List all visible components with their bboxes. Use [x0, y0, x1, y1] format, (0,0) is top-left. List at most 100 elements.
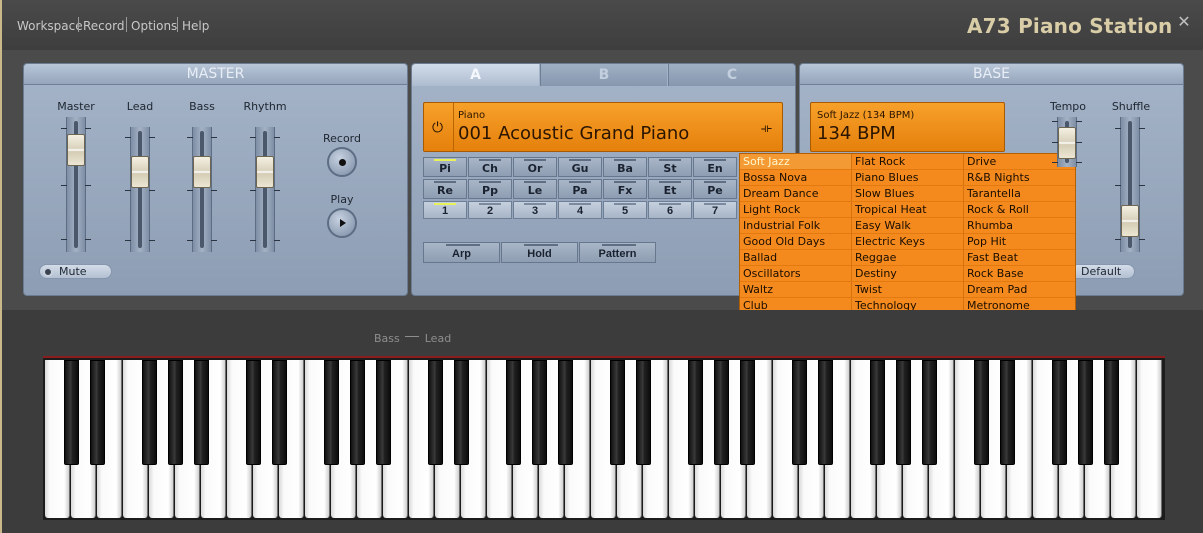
black-key[interactable]	[428, 360, 443, 465]
style-option[interactable]: Soft Jazz	[740, 154, 852, 170]
style-option[interactable]: Good Old Days	[740, 234, 852, 250]
black-key[interactable]	[636, 360, 651, 465]
style-option[interactable]: Dream Pad	[964, 282, 1075, 298]
black-key[interactable]	[506, 360, 521, 465]
black-key[interactable]	[194, 360, 209, 465]
style-option[interactable]: Pop Hit	[964, 234, 1075, 250]
black-key[interactable]	[922, 360, 937, 465]
style-option[interactable]: Tropical Heat	[852, 202, 964, 218]
menu-record[interactable]: Record	[83, 19, 124, 33]
black-key[interactable]	[90, 360, 105, 465]
style-option[interactable]: Tarantella	[964, 186, 1075, 202]
style-option[interactable]: Reggae	[852, 250, 964, 266]
category-button-pe[interactable]: Pe	[693, 179, 737, 199]
black-key[interactable]	[558, 360, 573, 465]
preset-button-5[interactable]: 5	[603, 201, 647, 219]
black-key[interactable]	[714, 360, 729, 465]
category-button-st[interactable]: St	[648, 157, 692, 177]
black-key[interactable]	[272, 360, 287, 465]
menu-help[interactable]: Help	[182, 19, 209, 33]
style-option[interactable]: Ballad	[740, 250, 852, 266]
fader-shuffle-knob[interactable]	[1121, 204, 1139, 237]
black-key[interactable]	[610, 360, 625, 465]
style-option[interactable]: Waltz	[740, 282, 852, 298]
mode-button-hold[interactable]: Hold	[501, 242, 578, 263]
black-key[interactable]	[454, 360, 469, 465]
instrument-display[interactable]: ⏻ Piano 001 Acoustic Grand Piano ⟛	[423, 102, 783, 152]
fader-tempo-knob[interactable]	[1058, 127, 1076, 159]
style-option[interactable]: Light Rock	[740, 202, 852, 218]
tab-b[interactable]: B	[540, 64, 667, 86]
fader-master-knob[interactable]	[67, 134, 85, 167]
black-key[interactable]	[974, 360, 989, 465]
tab-a[interactable]: A	[412, 64, 539, 86]
black-key[interactable]	[1078, 360, 1093, 465]
record-button[interactable]	[327, 147, 357, 177]
black-key[interactable]	[324, 360, 339, 465]
black-key[interactable]	[818, 360, 833, 465]
play-button[interactable]	[327, 208, 357, 238]
style-option[interactable]: Rhumba	[964, 218, 1075, 234]
style-option[interactable]: Twist	[852, 282, 964, 298]
category-button-ba[interactable]: Ba	[603, 157, 647, 177]
black-key[interactable]	[142, 360, 157, 465]
menu-workspace[interactable]: Workspace	[17, 19, 83, 33]
style-option[interactable]: Electric Keys	[852, 234, 964, 250]
category-button-pp[interactable]: Pp	[468, 179, 512, 199]
mode-button-arp[interactable]: Arp	[423, 242, 500, 263]
black-key[interactable]	[376, 360, 391, 465]
category-button-gu[interactable]: Gu	[558, 157, 602, 177]
black-key[interactable]	[350, 360, 365, 465]
black-key[interactable]	[246, 360, 261, 465]
black-key[interactable]	[1000, 360, 1015, 465]
style-option[interactable]: Fast Beat	[964, 250, 1075, 266]
black-key[interactable]	[168, 360, 183, 465]
category-button-pa[interactable]: Pa	[558, 179, 602, 199]
preset-button-2[interactable]: 2	[468, 201, 512, 219]
category-button-le[interactable]: Le	[513, 179, 557, 199]
style-option[interactable]: Rock & Roll	[964, 202, 1075, 218]
power-icon[interactable]: ⏻	[432, 120, 443, 136]
style-option[interactable]: Rock Base	[964, 266, 1075, 282]
black-key[interactable]	[532, 360, 547, 465]
style-display[interactable]: Soft Jazz (134 BPM) 134 BPM	[810, 102, 1005, 152]
style-option[interactable]: Bossa Nova	[740, 170, 852, 186]
white-key[interactable]	[1137, 360, 1162, 518]
black-key[interactable]	[1052, 360, 1067, 465]
category-button-ch[interactable]: Ch	[468, 157, 512, 177]
category-button-fx[interactable]: Fx	[603, 179, 647, 199]
style-option[interactable]: Flat Rock	[852, 154, 964, 170]
style-option[interactable]: Dream Dance	[740, 186, 852, 202]
menu-options[interactable]: Options	[131, 19, 177, 33]
black-key[interactable]	[870, 360, 885, 465]
style-option[interactable]: R&B Nights	[964, 170, 1075, 186]
black-key[interactable]	[740, 360, 755, 465]
fader-bass-knob[interactable]	[193, 156, 211, 189]
black-key[interactable]	[1104, 360, 1119, 465]
style-option[interactable]: Easy Walk	[852, 218, 964, 234]
black-key[interactable]	[896, 360, 911, 465]
black-key[interactable]	[792, 360, 807, 465]
category-button-en[interactable]: En	[693, 157, 737, 177]
category-button-et[interactable]: Et	[648, 179, 692, 199]
mute-toggle[interactable]: Mute	[39, 264, 112, 279]
close-icon[interactable]: ✕	[1177, 15, 1191, 31]
style-option[interactable]: Destiny	[852, 266, 964, 282]
category-button-re[interactable]: Re	[423, 179, 467, 199]
preset-button-7[interactable]: 7	[693, 201, 737, 219]
preset-button-3[interactable]: 3	[513, 201, 557, 219]
tab-c[interactable]: C	[668, 64, 795, 86]
split-indicator[interactable]: Bass Lead	[374, 332, 451, 345]
preset-button-6[interactable]: 6	[648, 201, 692, 219]
style-option[interactable]: Industrial Folk	[740, 218, 852, 234]
style-option[interactable]: Oscillators	[740, 266, 852, 282]
fader-rhythm-knob[interactable]	[256, 156, 274, 189]
preset-button-4[interactable]: 4	[558, 201, 602, 219]
black-key[interactable]	[688, 360, 703, 465]
category-button-pi[interactable]: Pi	[423, 157, 467, 177]
preset-button-1[interactable]: 1	[423, 201, 467, 219]
style-option[interactable]: Slow Blues	[852, 186, 964, 202]
black-key[interactable]	[64, 360, 79, 465]
style-option[interactable]: Piano Blues	[852, 170, 964, 186]
mode-button-pattern[interactable]: Pattern	[579, 242, 656, 263]
